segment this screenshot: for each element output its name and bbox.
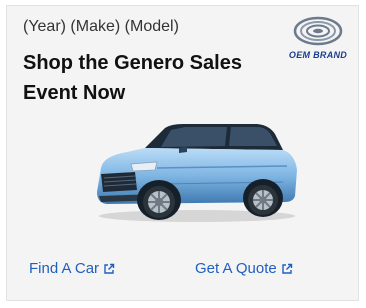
get-a-quote-link[interactable]: Get A Quote — [195, 260, 293, 277]
brand-emblem-icon — [293, 16, 343, 46]
ad-card[interactable]: (Year) (Make) (Model) Shop the Genero Sa… — [6, 5, 359, 301]
brand-name: OEM BRAND — [288, 50, 348, 60]
find-a-car-label: Find A Car — [29, 260, 100, 277]
vehicle-line: (Year) (Make) (Model) — [23, 18, 179, 35]
external-link-icon — [282, 263, 292, 274]
car-image — [97, 124, 297, 222]
brand-logo: OEM BRAND — [283, 16, 353, 64]
get-a-quote-label: Get A Quote — [195, 260, 277, 277]
external-link-icon — [104, 263, 115, 274]
find-a-car-link[interactable]: Find A Car — [29, 260, 115, 277]
headline: Shop the Genero Sales Event Now — [23, 52, 242, 104]
